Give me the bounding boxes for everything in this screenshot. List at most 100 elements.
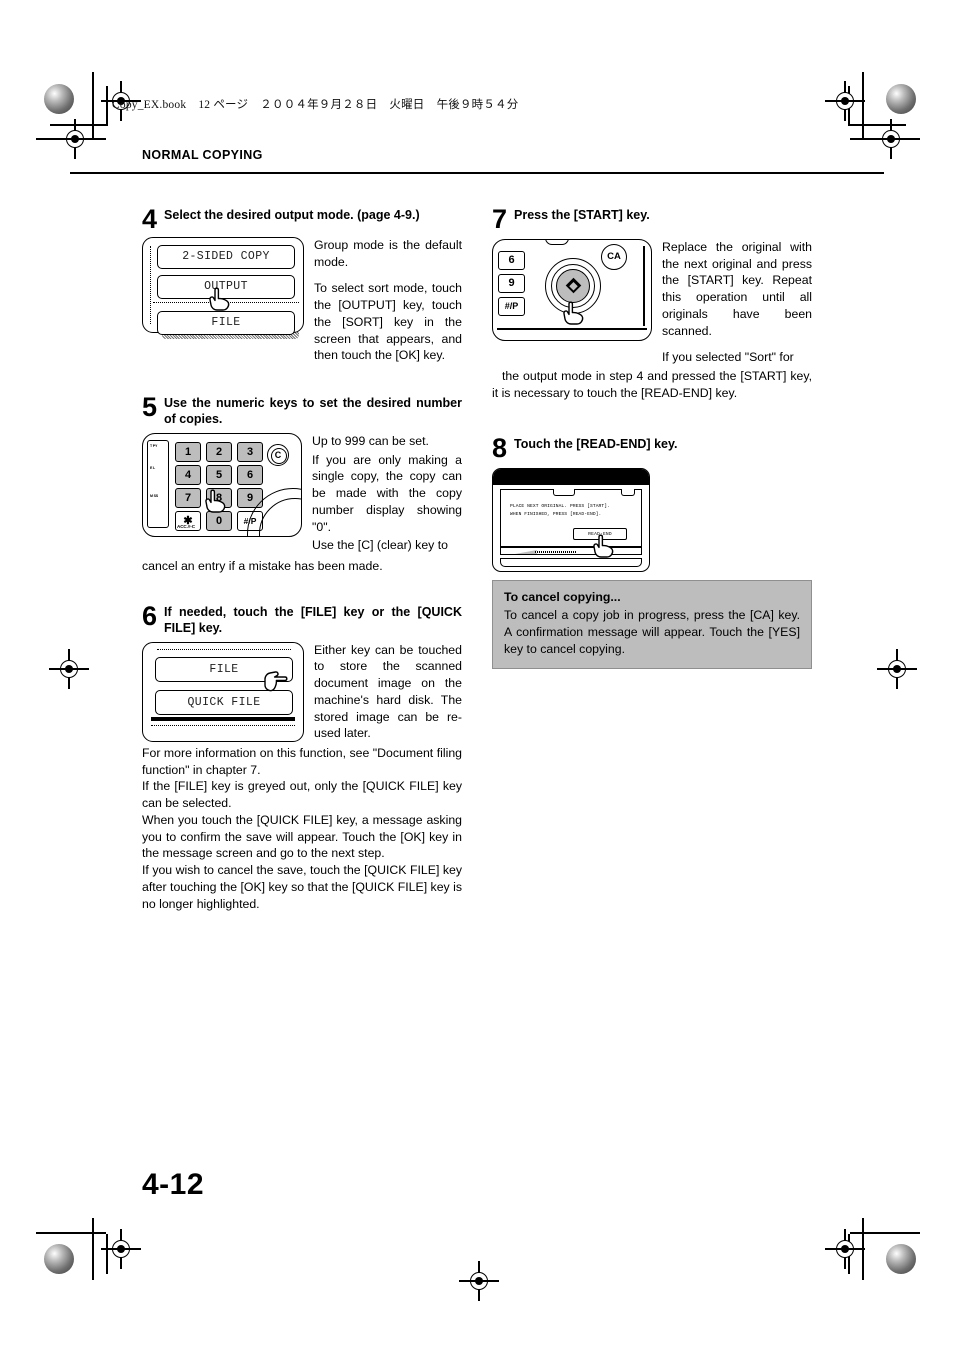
step-4-heading: 4 Select the desired output mode. (page … — [142, 206, 462, 233]
step-6-body: FILE QUICK FILE Either key can be touche… — [142, 641, 462, 742]
start-panel-keys: 6 9 #/P — [498, 250, 525, 320]
step-5-para-3: Use the [C] (clear) key to — [312, 538, 448, 553]
step-7-figure: 6 9 #/P CA — [492, 238, 652, 341]
touch-key-output[interactable]: OUTPUT — [157, 274, 299, 303]
crop-mark-top-left-v — [92, 72, 94, 140]
step-4-figure: 2-SIDED COPY OUTPUT FILE — [142, 236, 304, 339]
crop-mark-bottom-left-v — [92, 1218, 94, 1280]
panel-bottom-bar — [151, 717, 295, 721]
step-4-text: Group mode is the default mode. To selec… — [314, 237, 462, 364]
crop-mark-top-right-h — [850, 138, 920, 140]
panel-divider — [153, 301, 299, 303]
page-number: 4-12 — [142, 1168, 205, 1201]
keypad-acc-label: ACC.#-C — [177, 523, 195, 529]
lcd-base — [500, 558, 642, 568]
step-6-text: Either key can be touched to store the s… — [314, 642, 462, 742]
registration-dot-top-right — [886, 84, 916, 114]
step-4: 4 Select the desired output mode. (page … — [142, 206, 462, 364]
lcd-tray — [500, 547, 642, 556]
panel-key-9[interactable]: 9 — [498, 273, 525, 293]
panel-edge — [150, 245, 151, 324]
read-end-key[interactable]: READ-END — [573, 528, 627, 541]
step-6-continued-text: For more information on this function, s… — [142, 745, 462, 912]
lcd-message-line-1: PLACE NEXT ORIGINAL. PRESS [START]. — [510, 504, 610, 510]
ca-key[interactable]: CA — [601, 243, 627, 270]
step-7-body: 6 9 #/P CA Replace the original with the… — [492, 238, 812, 366]
keypad-key-8[interactable]: 8 — [206, 487, 232, 508]
crop-mark-top-right-h2 — [848, 124, 906, 126]
keypad-key-5[interactable]: 5 — [206, 464, 232, 485]
step-8-title: Touch the [READ-END] key. — [514, 437, 678, 452]
print-stamp-time: 午後９時５４分 — [436, 99, 519, 111]
registration-dot-top-left — [44, 84, 74, 114]
left-column: 4 Select the desired output mode. (page … — [142, 206, 462, 916]
touch-panel-illustration: 2-SIDED COPY OUTPUT FILE — [142, 236, 304, 339]
registration-dot-bottom-left — [44, 1244, 74, 1274]
start-key[interactable] — [556, 268, 590, 303]
header-rule — [70, 172, 884, 174]
panel-top-divider — [157, 648, 291, 650]
lcd-screen-illustration: PLACE NEXT ORIGINAL. PRESS [START]. WHEN… — [492, 468, 650, 573]
print-stamp-filename: Copy_EX.book — [112, 99, 187, 111]
step-5: 5 Use the numeric keys to set the desire… — [142, 394, 462, 575]
step-4-title: Select the desired output mode. (page 4-… — [164, 208, 420, 222]
keypad-side-panel: T PY E L M SS — [147, 439, 169, 528]
step-6-wide-para-2: If the [FILE] key is greyed out, only th… — [142, 779, 462, 811]
step-4-body: 2-SIDED COPY OUTPUT FILE Group mode is t… — [142, 236, 462, 364]
keypad-key-6[interactable]: 6 — [237, 464, 263, 485]
step-5-para-1: Up to 999 can be set. — [312, 433, 429, 448]
panel-key-hash-p[interactable]: #/P — [498, 296, 525, 316]
step-5-wide-para: cancel an entry if a mistake has been ma… — [142, 559, 383, 573]
touch-key-quick-file[interactable]: QUICK FILE — [155, 689, 297, 719]
step-6-wide-para-1: For more information on this function, s… — [142, 746, 462, 777]
keypad-side-label-1: T PY — [150, 443, 158, 448]
keypad-key-3[interactable]: 3 — [237, 441, 263, 462]
crop-mark-bottom-right-v — [862, 1218, 864, 1280]
step-5-para-2: If you are only making a single copy, th… — [312, 452, 462, 534]
lcd-message: PLACE NEXT ORIGINAL. PRESS [START]. WHEN… — [510, 503, 610, 518]
keypad-key-1[interactable]: 1 — [175, 441, 201, 462]
registration-target-bottom-right — [825, 1229, 865, 1269]
note-title: To cancel copying... — [504, 590, 621, 604]
step-7-continued-text: the output mode in step 4 and pressed th… — [492, 368, 812, 401]
crop-mark-top-right-v2 — [848, 86, 850, 126]
crop-mark-bottom-right-v2 — [848, 1234, 850, 1274]
panel-key-6[interactable]: 6 — [498, 250, 525, 270]
step-5-text: Up to 999 can be set. If you are only ma… — [312, 433, 462, 554]
numeric-keypad-illustration: T PY E L M SS 1 2 3 4 5 6 7 8 9 ✱ 0 #/P … — [142, 432, 302, 537]
start-key-panel-illustration: 6 9 #/P CA — [492, 238, 652, 341]
panel-bottom-divider — [151, 724, 295, 726]
crop-mark-top-left-h2 — [50, 124, 108, 126]
step-6-wide-para-3: When you touch the [QUICK FILE] key, a m… — [142, 812, 462, 861]
step-8: 8 Touch the [READ-END] key. PLACE NEXT O… — [492, 435, 812, 573]
crop-mark-bottom-right-h — [850, 1232, 920, 1234]
start-diamond-icon — [565, 278, 581, 294]
panel-right-edge — [643, 245, 645, 326]
print-stamp-weekday: 火曜日 — [389, 99, 425, 111]
step-4-para-2: To select sort mode, touch the [OUTPUT] … — [314, 281, 462, 363]
keypad-key-2[interactable]: 2 — [206, 441, 232, 462]
step-7-wide-para: the output mode in step 4 and pressed th… — [492, 368, 812, 400]
keypad-key-7[interactable]: 7 — [175, 487, 201, 508]
keypad-clear-key[interactable]: C — [267, 443, 289, 466]
print-stamp: Copy_EX.book 12 ページ ２００４年９月２８日 火曜日 午後９時５… — [112, 96, 518, 112]
lcd-display: PLACE NEXT ORIGINAL. PRESS [START]. WHEN… — [500, 489, 642, 548]
keypad-key-4[interactable]: 4 — [175, 464, 201, 485]
step-6-wide-para-4: If you wish to cancel the save, touch th… — [142, 863, 462, 911]
step-6: 6 If needed, touch the [FILE] key or the… — [142, 602, 462, 913]
registration-dot-bottom-right — [886, 1244, 916, 1274]
touch-key-2sided-copy[interactable]: 2-SIDED COPY — [157, 244, 299, 273]
keypad-key-0[interactable]: 0 — [206, 510, 232, 531]
lcd-message-line-2: WHEN FINISHED, PRESS [READ-END]. — [510, 511, 602, 517]
lcd-tray-slot — [535, 550, 577, 554]
touch-key-file[interactable]: FILE — [157, 310, 299, 339]
step-4-para-1: Group mode is the default mode. — [314, 237, 462, 269]
step-7-text: Replace the original with the next origi… — [662, 239, 812, 366]
panel-tab — [545, 239, 569, 245]
crop-mark-bottom-left-v2 — [106, 1234, 108, 1274]
step-5-continued-text: cancel an entry if a mistake has been ma… — [142, 558, 462, 575]
registration-target-bottom-left — [101, 1229, 141, 1269]
lcd-notch-left — [553, 489, 575, 497]
touch-key-file[interactable]: FILE — [155, 656, 297, 686]
step-5-heading: 5 Use the numeric keys to set the desire… — [142, 394, 462, 427]
